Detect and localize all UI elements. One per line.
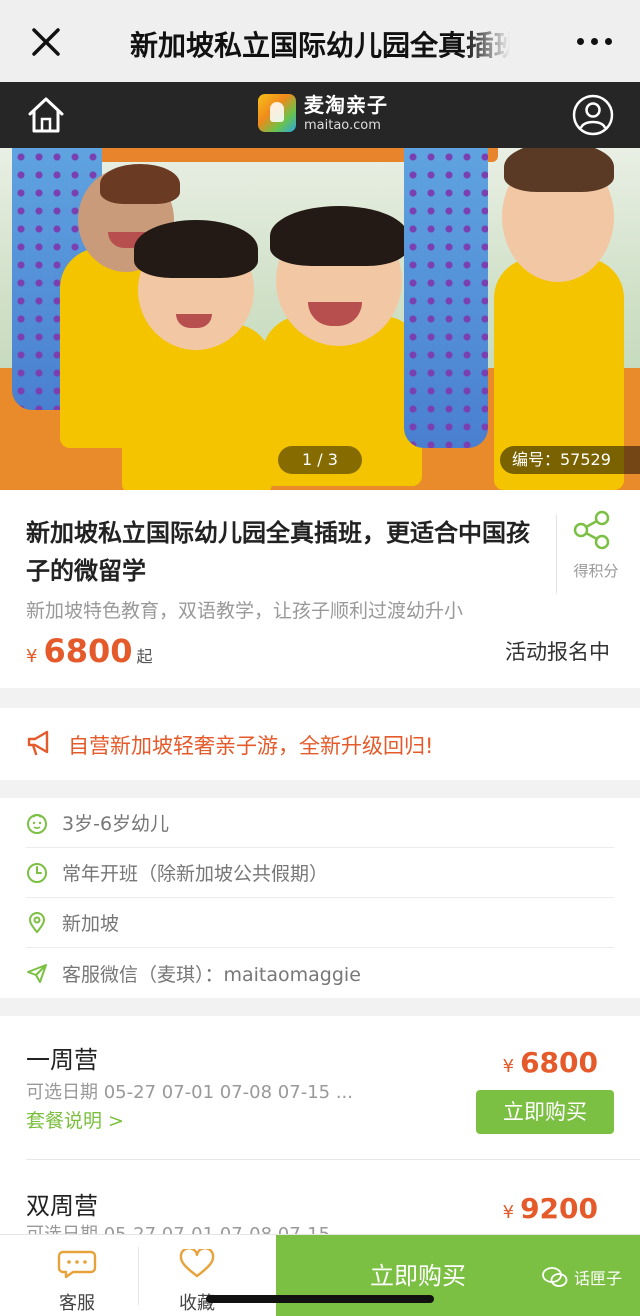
- paper-plane-icon: [27, 964, 47, 983]
- package-buy-button[interactable]: 立即购买: [476, 1090, 614, 1134]
- registration-status: 活动报名中: [505, 640, 610, 664]
- site-logo[interactable]: 麦淘亲子 maitao.com: [258, 94, 388, 132]
- package-details-link[interactable]: 套餐说明 >: [26, 1106, 124, 1133]
- hero-image-carousel[interactable]: 1 / 3 编号：57529: [0, 148, 640, 490]
- favorite-button[interactable]: 收藏: [138, 1235, 256, 1316]
- divider: [26, 1159, 640, 1160]
- watermark-text: 话匣子: [573, 1269, 622, 1288]
- curtain-right: [404, 148, 488, 448]
- megaphone-icon: [27, 730, 49, 756]
- price-value: 6800: [43, 632, 133, 670]
- attr-age-range: 3岁-6岁幼儿: [26, 798, 614, 848]
- price-suffix: 起: [136, 647, 153, 666]
- home-indicator[interactable]: [206, 1295, 434, 1303]
- attr-contact: 客服微信（麦琪）：maitaomaggie: [26, 948, 614, 998]
- attr-text: 新加坡: [62, 913, 120, 935]
- wechat-logo-icon: [542, 1267, 568, 1287]
- price-value: 6800: [520, 1046, 598, 1079]
- logo-icon: [258, 94, 296, 132]
- source-watermark: 话匣子: [542, 1265, 622, 1289]
- product-subtitle: 新加坡特色教育，双语教学，让孩子顺利过渡幼升小: [26, 600, 464, 622]
- price-value: 9200: [520, 1192, 598, 1225]
- heart-icon: [179, 1246, 215, 1278]
- attr-text: 客服微信（麦琪）：maitaomaggie: [62, 963, 361, 986]
- package-name: 一周营: [26, 1046, 98, 1074]
- package-price: ¥ 9200: [503, 1192, 598, 1225]
- share-points-label[interactable]: 得积分: [566, 560, 626, 581]
- promo-banner[interactable]: 自营新加坡轻奢亲子游，全新升级回归!: [0, 708, 640, 780]
- product-price: ¥ 6800 起: [26, 632, 153, 670]
- attr-schedule: 常年开班（除新加坡公共假期）: [26, 848, 614, 898]
- attr-text: 3岁-6岁幼儿: [62, 813, 170, 835]
- logo-name: 麦淘亲子: [304, 92, 388, 117]
- child-face-icon: [27, 813, 47, 834]
- divider: [556, 514, 557, 594]
- currency-symbol: ¥: [26, 646, 38, 667]
- attr-text: 常年开班（除新加坡公共假期）: [62, 863, 329, 885]
- location-pin-icon: [28, 911, 46, 934]
- carousel-page-indicator: 1 / 3: [278, 446, 362, 474]
- buy-now-label: 立即购买: [370, 1262, 466, 1290]
- wechat-page-title: 新加坡私立国际幼儿园全真插班，更适合中国孩子的微留学: [130, 29, 510, 62]
- customer-service-button[interactable]: 客服: [18, 1235, 136, 1316]
- close-icon[interactable]: [26, 22, 66, 62]
- wechat-title-bar: 新加坡私立国际幼儿园全真插班，更适合中国孩子的微留学: [0, 0, 640, 82]
- currency-symbol: ¥: [502, 1056, 515, 1077]
- package-price: ¥ 6800: [503, 1046, 598, 1079]
- package-name: 双周营: [26, 1192, 98, 1220]
- attr-location: 新加坡: [26, 898, 614, 948]
- site-nav-bar: 麦淘亲子 maitao.com: [0, 82, 640, 148]
- bottom-action-bar: 客服 收藏 立即购买 话匣子: [0, 1234, 640, 1316]
- activity-attributes: 3岁-6岁幼儿 常年开班（除新加坡公共假期） 新加坡 客服微信（麦琪）：mait…: [0, 798, 640, 998]
- more-options-icon[interactable]: [577, 38, 612, 45]
- currency-symbol: ¥: [502, 1202, 515, 1223]
- user-account-icon[interactable]: [572, 94, 614, 136]
- logo-domain: maitao.com: [304, 117, 381, 133]
- home-icon[interactable]: [26, 94, 66, 136]
- product-info-card: 新加坡私立国际幼儿园全真插班，更适合中国孩子的微留学 得积分 新加坡特色教育，双…: [0, 490, 640, 688]
- product-title: 新加坡私立国际幼儿园全真插班，更适合中国孩子的微留学: [26, 519, 530, 585]
- package-dates: 可选日期 05-27 07-01 07-08 07-15 ...: [26, 1082, 353, 1103]
- share-icon[interactable]: [572, 510, 612, 550]
- service-label: 客服: [59, 1293, 95, 1314]
- clock-icon: [27, 862, 47, 883]
- product-code-badge: 编号：57529: [500, 446, 640, 474]
- chat-bubble-icon: [57, 1250, 97, 1279]
- promo-text: 自营新加坡轻奢亲子游，全新升级回归!: [68, 734, 434, 758]
